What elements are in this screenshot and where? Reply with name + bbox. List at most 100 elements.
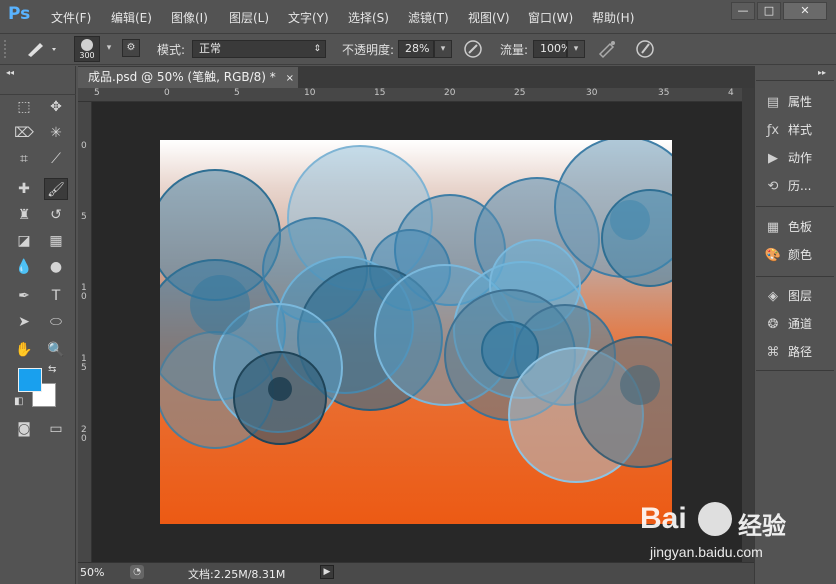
panel-separator	[756, 370, 834, 371]
properties-icon: ▤	[766, 95, 780, 110]
eraser-tool-icon[interactable]: ◪	[12, 230, 36, 252]
channels-icon: ❂	[767, 317, 779, 332]
pen-tool-icon[interactable]: ✒	[12, 285, 36, 307]
swatches-panel-button[interactable]: ▦ 色板	[764, 216, 832, 238]
document-size-info: 文档:2.25M/8.31M	[188, 568, 286, 581]
paw-logo-icon	[698, 502, 732, 536]
panel-divider	[756, 80, 834, 81]
properties-panel-button[interactable]: ▤ 属性	[764, 91, 832, 113]
path-selection-tool-icon[interactable]: ➤	[12, 311, 36, 333]
gradient-tool-icon[interactable]: ▦	[44, 230, 68, 252]
history-brush-tool-icon[interactable]: ↺	[44, 204, 68, 226]
baidu-jingyan-watermark: Bai 经验 jingyan.baidu.com	[640, 492, 836, 572]
screen-mode-icon[interactable]: ▭	[44, 418, 68, 440]
crop-tool-icon[interactable]: ⌗	[12, 148, 36, 170]
menu-file[interactable]: 文件(F)	[51, 9, 91, 26]
zoom-tool-icon[interactable]: 🔍	[44, 339, 68, 361]
panel-separator	[756, 276, 834, 277]
pressure-opacity-icon[interactable]	[462, 38, 484, 60]
brush-tool-icon[interactable]: 🖌	[44, 178, 68, 200]
swatches-icon: ▦	[766, 220, 780, 235]
lasso-tool-icon[interactable]: ⌦	[12, 122, 36, 144]
styles-icon: ƒx	[766, 123, 780, 138]
menu-edit[interactable]: 编辑(E)	[111, 9, 152, 26]
paths-label: 路径	[788, 345, 813, 359]
brush-panel-toggle-icon[interactable]: ⚙	[122, 39, 140, 57]
healing-brush-tool-icon[interactable]: ✚	[12, 178, 36, 200]
marquee-tool-icon[interactable]: ⬚	[12, 96, 36, 118]
brush-size-picker[interactable]: 300	[74, 36, 100, 62]
document-tab[interactable]: 成品.psd @ 50% (笔触, RGB/8) * ×	[78, 67, 298, 88]
ruler-left-label: 1 0	[81, 283, 87, 302]
mode-select[interactable]: 正常 ⇕	[192, 40, 326, 58]
status-menu-arrow-icon[interactable]: ▶	[320, 565, 334, 579]
airbrush-icon[interactable]	[596, 38, 618, 60]
menu-select[interactable]: 选择(S)	[348, 9, 389, 26]
menu-view[interactable]: 视图(V)	[468, 9, 510, 26]
type-tool-icon[interactable]: T	[44, 285, 68, 307]
ruler-top-label: 0	[164, 88, 170, 98]
watermark-brand: Bai	[640, 502, 687, 535]
flow-dropdown-icon[interactable]: ▾	[567, 40, 585, 58]
opacity-label: 不透明度:	[342, 43, 395, 57]
menu-image[interactable]: 图像(I)	[171, 9, 208, 26]
watermark-brand-suffix: 经验	[738, 512, 786, 540]
quick-mask-icon[interactable]: ◙	[12, 418, 36, 440]
canvas-image[interactable]	[160, 140, 672, 524]
ruler-top-label: 5	[94, 88, 100, 98]
default-colors-icon[interactable]: ◧	[14, 396, 23, 407]
swap-colors-icon[interactable]: ⇆	[48, 364, 56, 375]
color-panel-button[interactable]: 🎨 颜色	[764, 244, 832, 266]
close-tab-icon[interactable]: ×	[286, 73, 294, 84]
ruler-top-label: 35	[658, 88, 670, 98]
expand-panels-icon[interactable]: ▸▸	[818, 68, 826, 77]
brush-tip-icon	[81, 39, 93, 51]
flow-label: 流量:	[500, 43, 529, 57]
opacity-dropdown-icon[interactable]: ▾	[434, 40, 452, 58]
layers-panel-button[interactable]: ◈ 图层	[764, 285, 832, 307]
menu-filter[interactable]: 滤镜(T)	[408, 9, 449, 26]
magic-wand-tool-icon[interactable]: ✳	[44, 122, 68, 144]
hand-tool-icon[interactable]: ✋	[12, 339, 36, 361]
zoom-level[interactable]: 50%	[80, 566, 104, 579]
menu-help[interactable]: 帮助(H)	[592, 9, 634, 26]
eyedropper-tool-icon[interactable]: ⟋	[44, 148, 68, 170]
collapse-tools-icon[interactable]: ◂◂	[6, 68, 14, 77]
actions-panel-button[interactable]: ▶ 动作	[764, 147, 832, 169]
styles-panel-button[interactable]: ƒx 样式	[764, 119, 832, 141]
restore-button[interactable]: □	[757, 2, 781, 20]
history-panel-button[interactable]: ⟲ 历...	[764, 175, 832, 197]
paths-panel-button[interactable]: ⌘ 路径	[764, 341, 832, 363]
paths-icon: ⌘	[766, 345, 780, 360]
dodge-tool-icon[interactable]: ●	[44, 256, 68, 278]
ruler-top-label: 5	[234, 88, 240, 98]
status-info-icon[interactable]: ◔	[130, 565, 144, 579]
brush-size-value: 300	[79, 51, 95, 60]
history-icon: ⟲	[767, 179, 779, 194]
layers-label: 图层	[788, 289, 813, 303]
close-button[interactable]: ✕	[783, 2, 827, 20]
brush-dropdown-icon[interactable]: ▾	[100, 40, 118, 58]
minimize-button[interactable]: —	[731, 2, 755, 20]
pressure-size-icon[interactable]	[634, 38, 656, 60]
properties-label: 属性	[788, 95, 813, 109]
menu-layer[interactable]: 图层(L)	[229, 9, 269, 26]
ruler-top	[78, 88, 742, 102]
blur-tool-icon[interactable]: 💧	[12, 256, 36, 278]
opacity-input[interactable]: 28%	[398, 40, 434, 58]
ruler-top-label: 10	[304, 88, 316, 98]
ruler-top-label: 25	[514, 88, 526, 98]
ellipse-tool-icon[interactable]: ⬭	[44, 311, 68, 333]
swatches-label: 色板	[788, 220, 813, 234]
menu-window[interactable]: 窗口(W)	[528, 9, 573, 26]
brush-tool-preset-icon[interactable]	[22, 39, 58, 59]
menu-type[interactable]: 文字(Y)	[288, 9, 329, 26]
ruler-left-label: 0	[81, 141, 87, 151]
foreground-color-swatch[interactable]	[18, 368, 42, 392]
ps-logo: Ps	[8, 4, 31, 24]
channels-panel-button[interactable]: ❂ 通道	[764, 313, 832, 335]
ruler-top-label: 20	[444, 88, 456, 98]
move-tool-icon[interactable]: ✥	[44, 96, 68, 118]
flow-input[interactable]: 100%	[533, 40, 571, 58]
clone-stamp-tool-icon[interactable]: ♜	[12, 204, 36, 226]
